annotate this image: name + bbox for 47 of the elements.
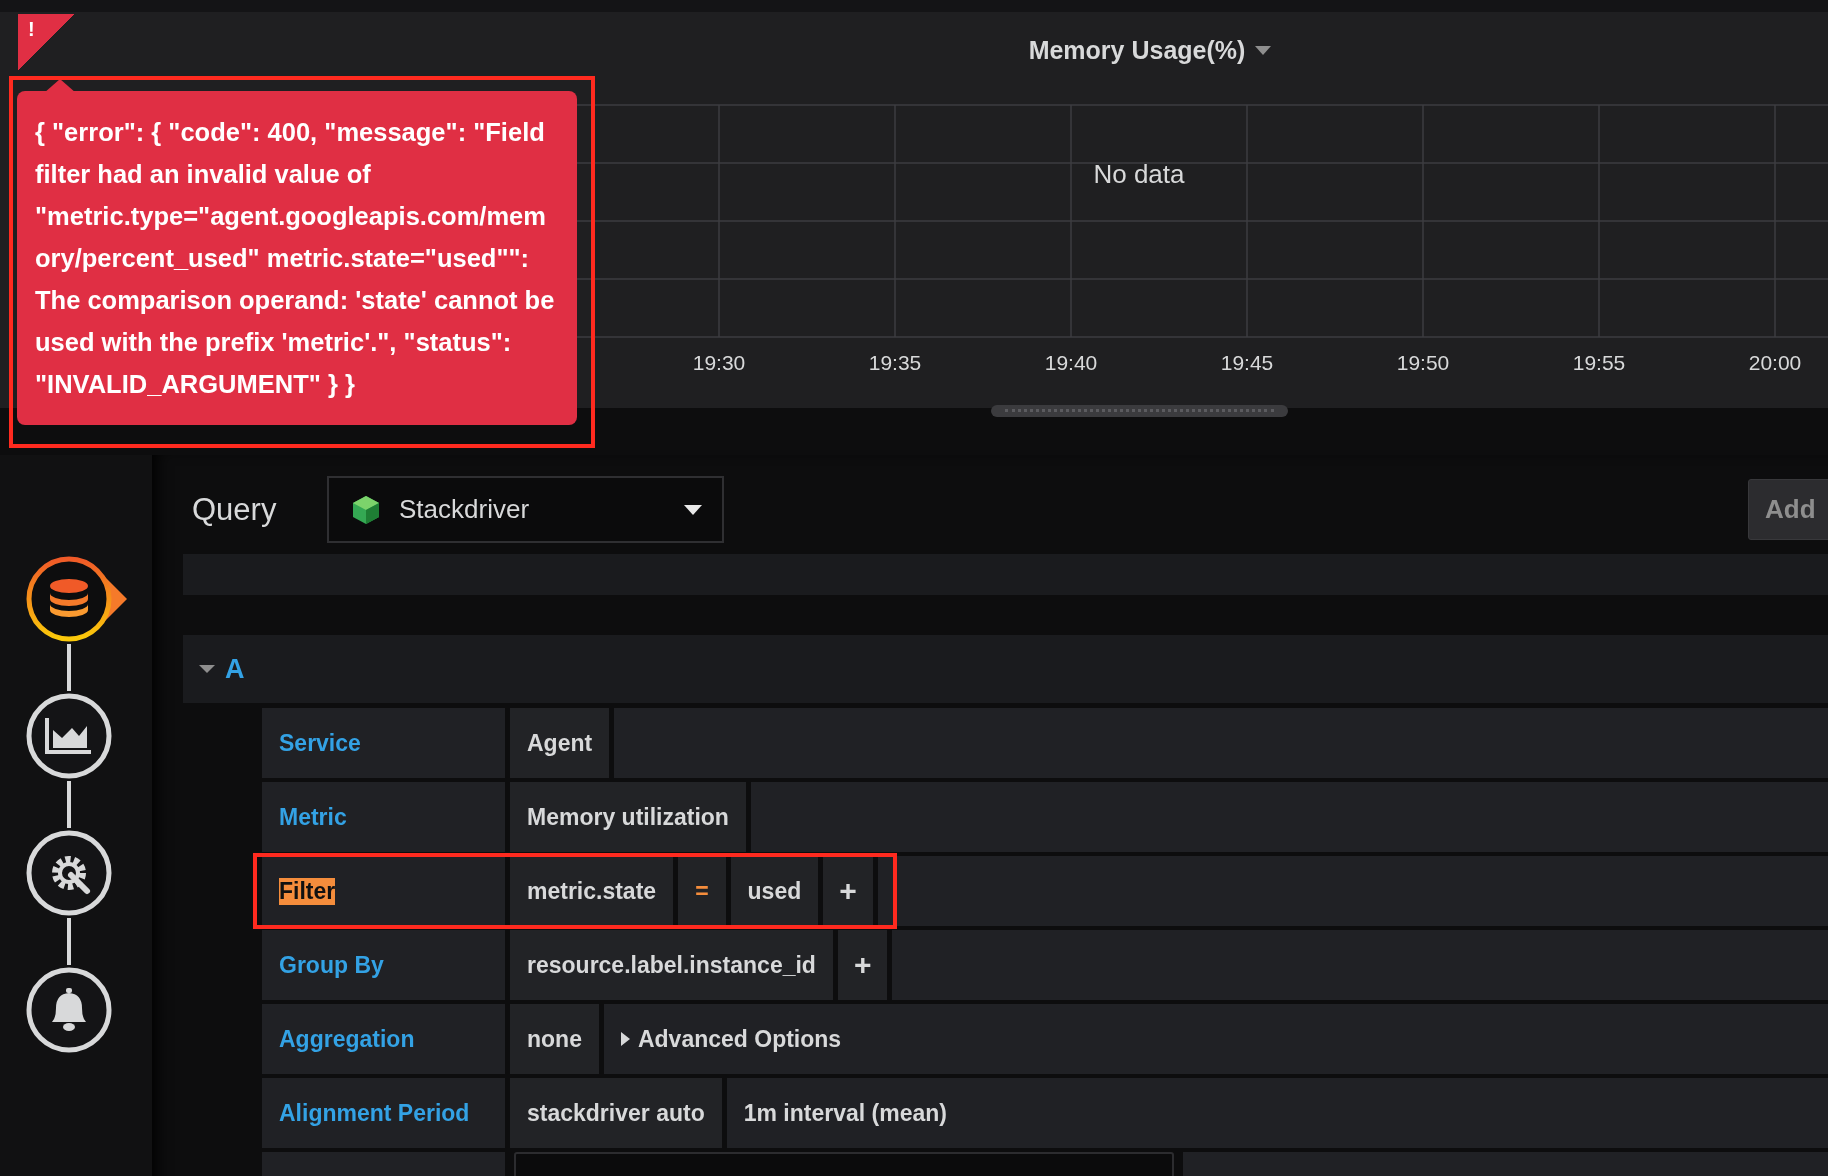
field-label: Group By bbox=[279, 951, 384, 979]
add-query-button[interactable]: Add bbox=[1748, 479, 1828, 540]
database-icon bbox=[50, 579, 88, 617]
add-segment-button[interactable]: + bbox=[823, 856, 873, 926]
interval-info: 1m interval (mean) bbox=[726, 1078, 1828, 1148]
segment-value[interactable]: Memory utilization bbox=[510, 782, 746, 852]
caret-icon[interactable] bbox=[1255, 46, 1272, 55]
field-label: Alignment Period bbox=[279, 1099, 470, 1127]
segment-value[interactable]: Agent bbox=[510, 708, 610, 778]
axis-tick-label: 19:45 bbox=[1220, 351, 1274, 374]
sidebar-step[interactable] bbox=[26, 967, 112, 1053]
field-label: Filter bbox=[279, 877, 336, 905]
error-corner[interactable]: ! bbox=[18, 14, 74, 70]
caret-icon bbox=[620, 1032, 630, 1046]
scrollbar[interactable] bbox=[991, 405, 1288, 417]
field-label: Service bbox=[279, 729, 361, 757]
query-title: Query bbox=[192, 491, 278, 528]
axis-tick-label: 20:00 bbox=[1748, 351, 1802, 374]
segment-value[interactable]: metric.state bbox=[510, 856, 674, 926]
sidebar-step[interactable] bbox=[26, 556, 112, 642]
segment-value[interactable]: resource.label.instance_id bbox=[510, 930, 833, 1000]
axis-tick-label: 19:35 bbox=[868, 351, 922, 374]
add-segment-button[interactable]: + bbox=[837, 930, 888, 1000]
segment-value[interactable]: used bbox=[730, 856, 819, 926]
bell-icon bbox=[52, 988, 86, 1031]
field-label: Metric bbox=[279, 803, 347, 831]
axis-tick-label: 19:30 bbox=[692, 351, 746, 374]
datasource-dropdown[interactable]: Stackdriver bbox=[327, 476, 724, 543]
caret-icon bbox=[684, 504, 702, 515]
no-data-label: No data bbox=[1093, 159, 1185, 189]
sidebar-step[interactable] bbox=[26, 693, 112, 779]
sidebar-step[interactable] bbox=[26, 830, 112, 916]
cube-icon bbox=[351, 494, 381, 525]
segment-value[interactable]: stackdriver auto bbox=[510, 1078, 722, 1148]
query-row-header[interactable]: A bbox=[183, 635, 1828, 703]
axis-tick-label: 19:40 bbox=[1044, 351, 1098, 374]
gear-wrench-icon bbox=[52, 856, 90, 894]
segment-value[interactable]: none bbox=[510, 1004, 599, 1074]
advanced-options-toggle[interactable]: Advanced Options bbox=[637, 1025, 842, 1053]
query-ref: A bbox=[225, 653, 245, 685]
field-label: Aggregation bbox=[279, 1025, 415, 1053]
panel-title[interactable]: Memory Usage(%) bbox=[1028, 36, 1246, 65]
axis-tick-label: 19:55 bbox=[1572, 351, 1626, 374]
axis-tick-label: 19:50 bbox=[1396, 351, 1450, 374]
area-chart-icon bbox=[45, 718, 91, 754]
operator-segment[interactable]: = bbox=[678, 856, 726, 926]
error-tooltip: { "error": { "code": 400, "message": "Field filter had an invalid value of "metric.type="agent.googleapis.com/memory/percent_used" metric.state="used"": The comparison operand: 'state' cannot be used with the prefix 'metric'.", "status": "INVALID_ARGUMENT" } } bbox=[17, 91, 577, 425]
